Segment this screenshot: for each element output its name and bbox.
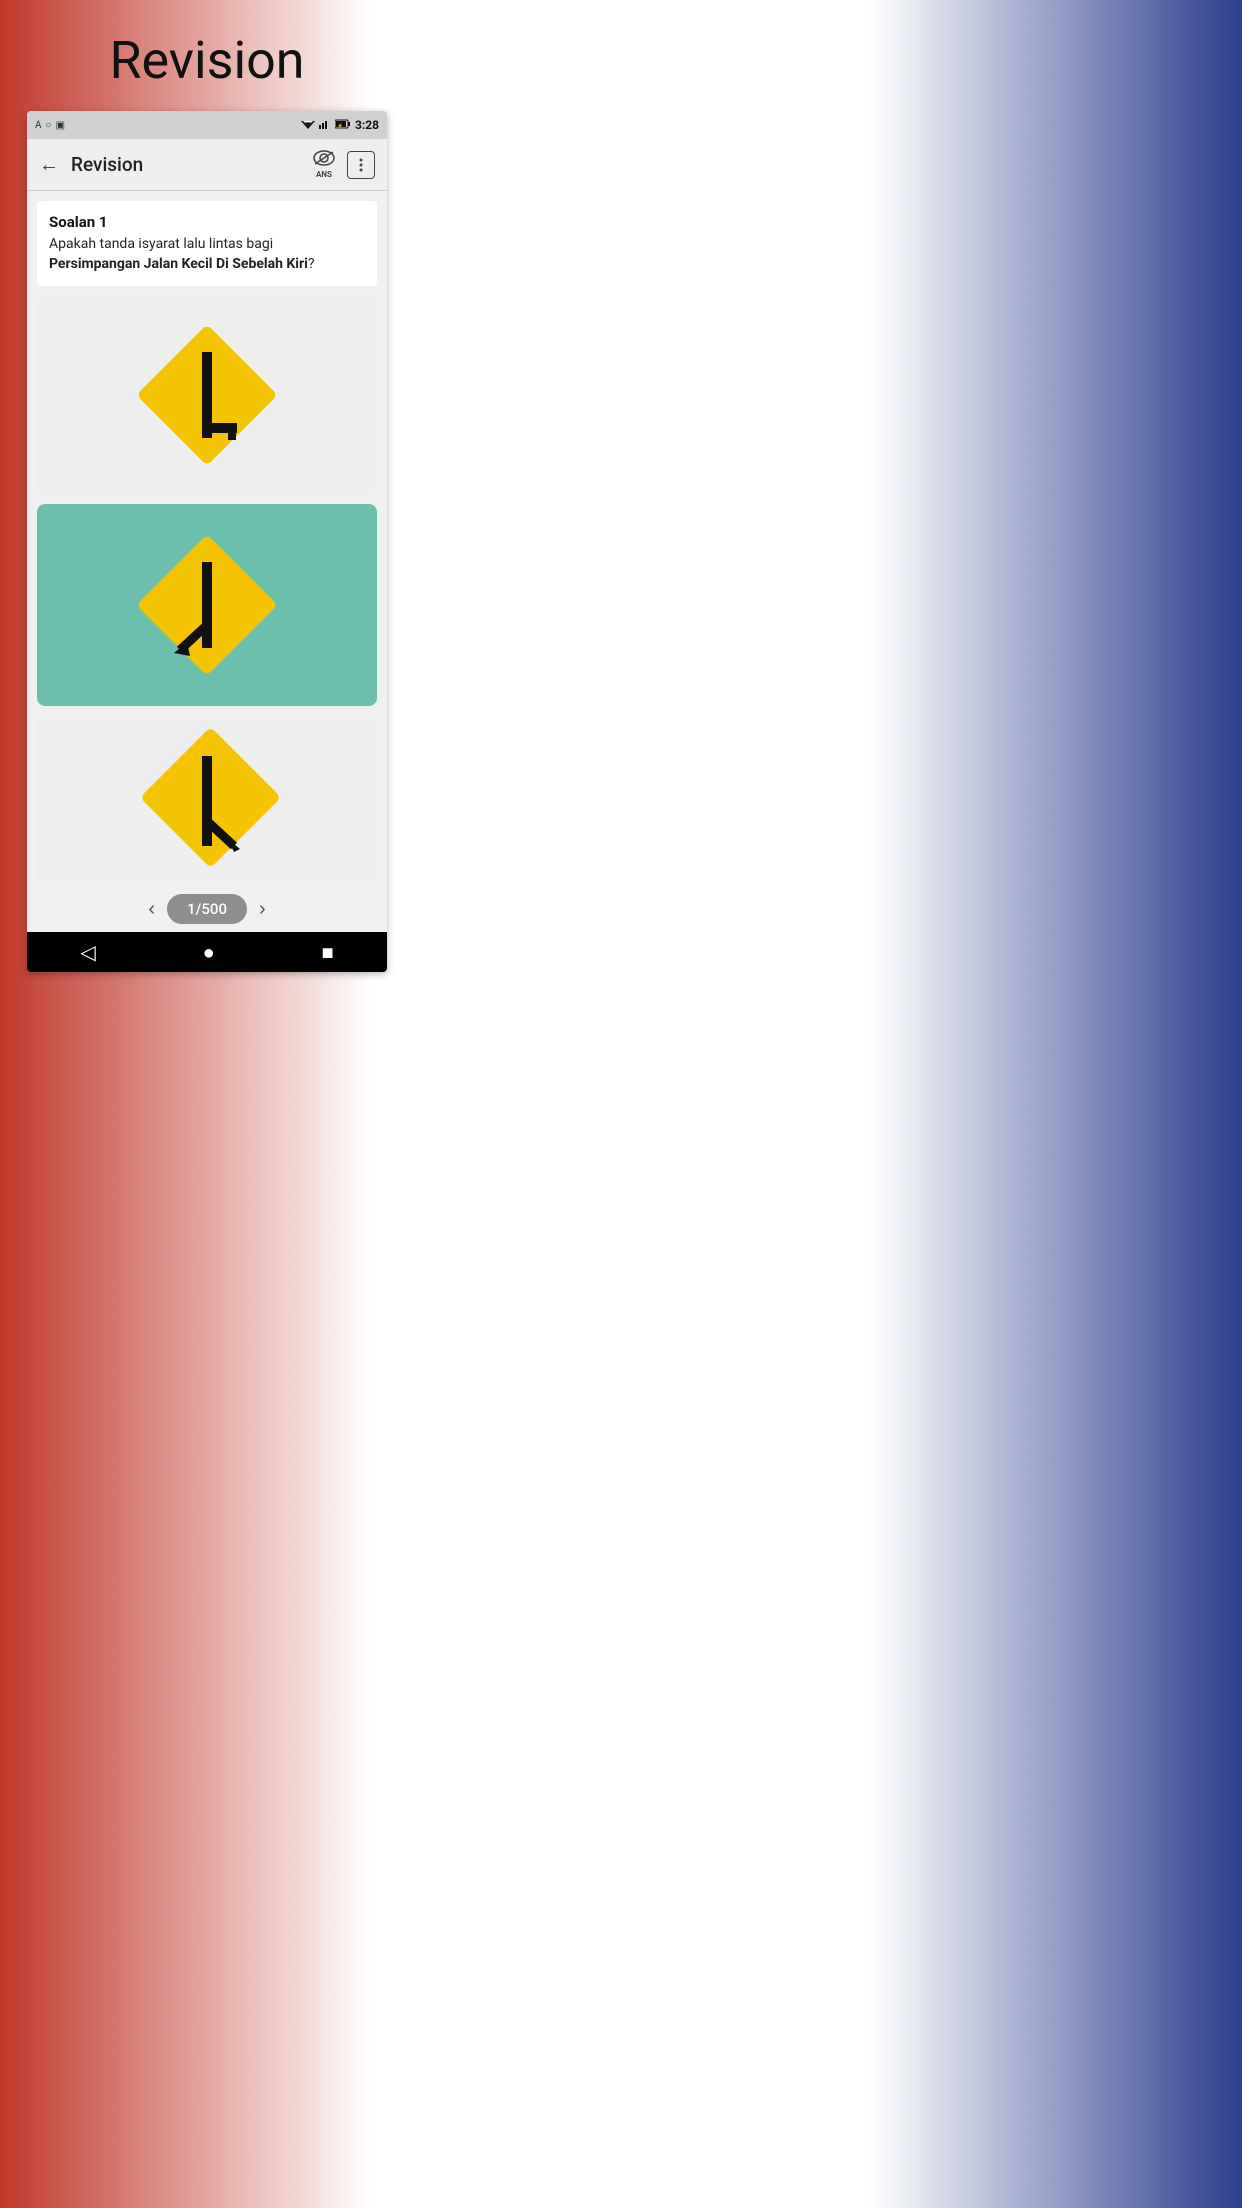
phone-frame: A ○ ▣ <box>27 111 387 972</box>
overflow-menu-button[interactable] <box>347 151 375 179</box>
question-text-suffix: ? <box>308 256 315 272</box>
question-text: Apakah tanda isyarat lalu lintas bagi Pe… <box>49 235 365 274</box>
ans-toggle-button[interactable]: ANS <box>313 150 335 179</box>
prev-button[interactable]: ‹ <box>148 898 155 921</box>
ans-label: ANS <box>316 170 332 179</box>
page-title: Revision <box>0 0 414 111</box>
wifi-icon <box>301 118 315 132</box>
sign-option-1 <box>122 294 292 496</box>
app-bar-title: Revision <box>67 153 313 176</box>
question-text-bold: Persimpangan Jalan Kecil Di Sebelah Kiri <box>49 256 308 272</box>
option-card-3[interactable] <box>37 714 377 886</box>
pagination-bar: ‹ 1/500 › <box>37 886 377 932</box>
nav-back-button[interactable]: ◁ <box>80 940 95 964</box>
time-display: 3:28 <box>355 118 379 132</box>
status-icon-a: A <box>35 120 42 131</box>
nav-bar: ◁ ● ■ <box>27 932 387 972</box>
svg-text:⚡: ⚡ <box>337 123 343 130</box>
nav-home-button[interactable]: ● <box>203 940 215 965</box>
battery-icon: ⚡ <box>335 118 351 132</box>
next-button[interactable]: › <box>259 898 266 921</box>
question-text-prefix: Apakah tanda isyarat lalu lintas bagi <box>49 236 273 252</box>
app-bar: ← Revision ANS <box>27 139 387 191</box>
eye-slash-icon <box>313 150 335 170</box>
question-block: Soalan 1 Apakah tanda isyarat lalu linta… <box>37 201 377 286</box>
option-card-1[interactable] <box>37 294 377 496</box>
sign-option-2 <box>122 504 292 706</box>
signal-icon <box>319 118 331 132</box>
option-card-2[interactable] <box>37 504 377 706</box>
pagination-badge: 1/500 <box>167 894 247 924</box>
status-icon-circle: ○ <box>46 120 52 131</box>
nav-recents-button[interactable]: ■ <box>321 940 333 965</box>
sign-option-3 <box>122 714 292 886</box>
back-button[interactable]: ← <box>39 148 67 181</box>
content-area: Soalan 1 Apakah tanda isyarat lalu linta… <box>27 191 387 932</box>
status-bar: A ○ ▣ <box>27 111 387 139</box>
status-icon-box: ▣ <box>56 120 65 131</box>
question-number: Soalan 1 <box>49 213 365 231</box>
